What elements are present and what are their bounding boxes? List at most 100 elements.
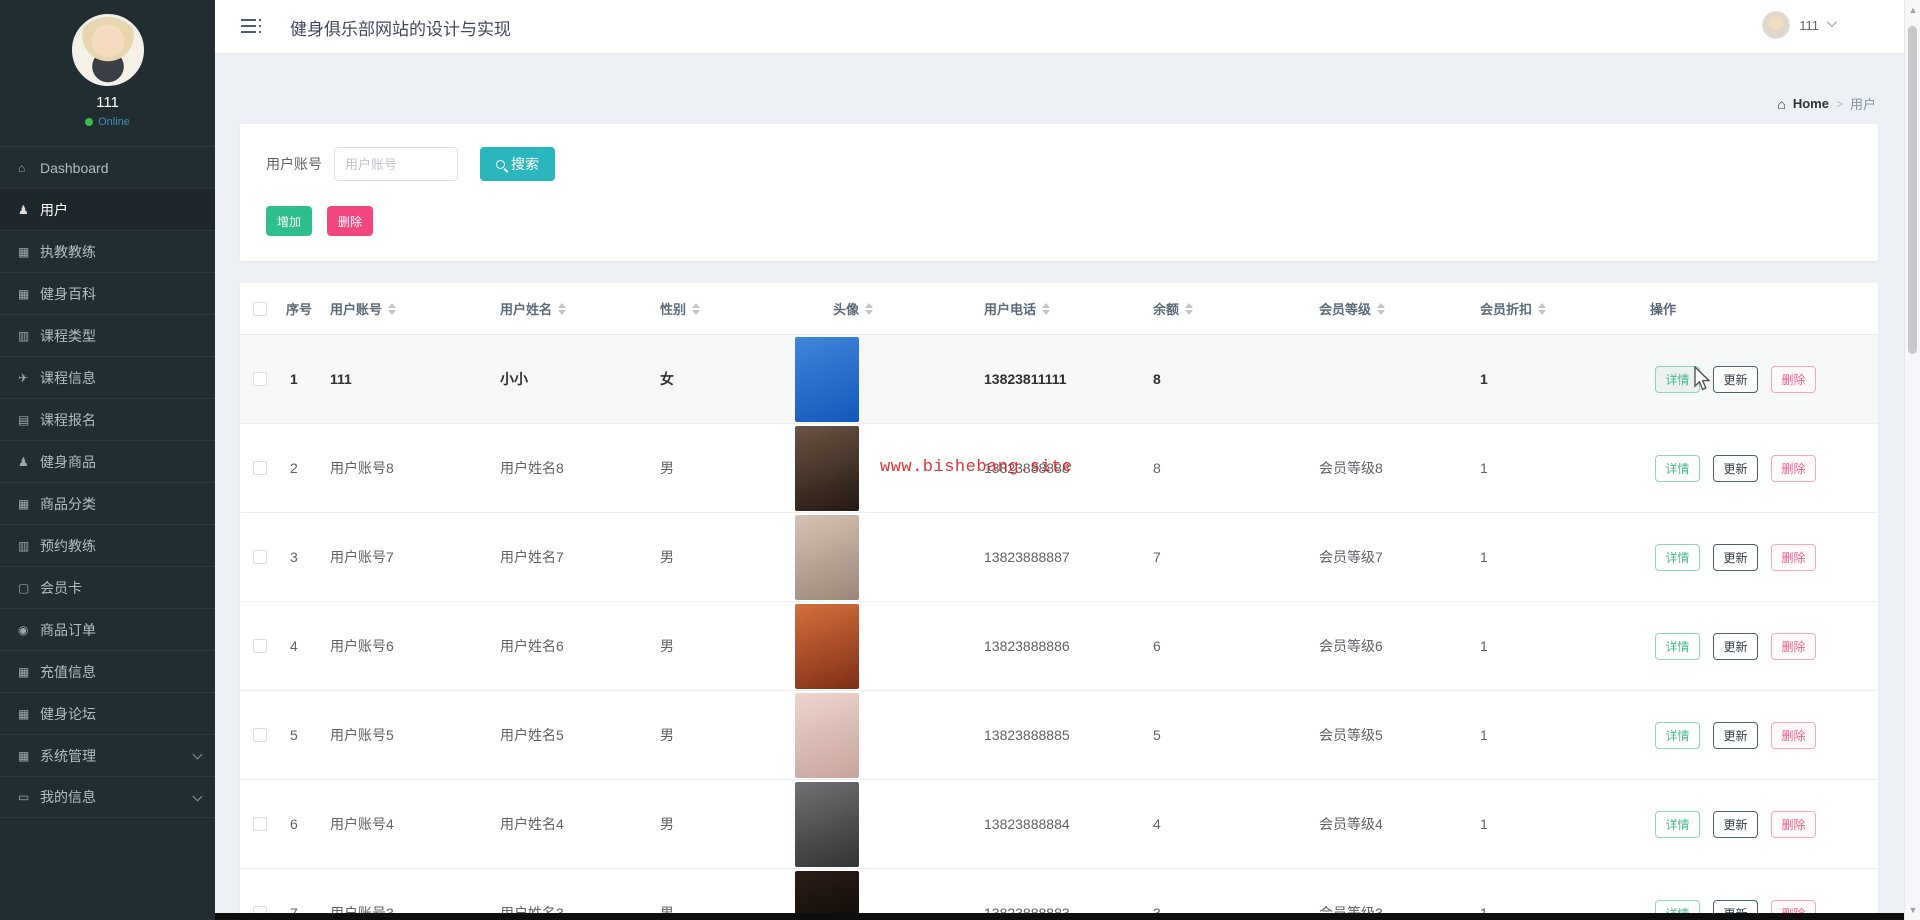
detail-button[interactable]: 详情 [1655,366,1700,393]
sort-icon[interactable] [692,303,700,315]
sort-icon[interactable] [388,303,396,315]
sidebar-item-label: 会员卡 [40,578,82,598]
column-header-用户姓名[interactable]: 用户姓名 [500,299,660,318]
sidebar-item-健身百科[interactable]: ▦健身百科 [0,272,215,314]
sidebar-item-用户[interactable]: ♟用户 [0,188,215,230]
update-button[interactable]: 更新 [1713,366,1758,393]
detail-button[interactable]: 详情 [1655,455,1700,482]
cell-name: 用户姓名6 [500,636,660,656]
column-header-会员等级[interactable]: 会员等级 [1319,299,1480,318]
row-delete-button[interactable]: 删除 [1771,544,1816,571]
row-actions: 详情更新删除 [1650,455,1878,482]
topbar-user-dropdown[interactable]: 111 [1762,11,1834,39]
column-header-余额[interactable]: 余额 [1153,299,1319,318]
row-user-avatar [795,782,859,867]
sort-icon[interactable] [1377,303,1385,315]
column-header-用户账号[interactable]: 用户账号 [330,299,500,318]
sidebar-item-健身商品[interactable]: ♟健身商品 [0,440,215,482]
column-header-性别[interactable]: 性别 [660,299,795,318]
sort-desc-icon[interactable] [1538,310,1546,315]
sidebar-item-商品分类[interactable]: ▦商品分类 [0,482,215,524]
scrollbar-down-arrow-icon[interactable]: ▼ [1905,905,1920,915]
update-button[interactable]: 更新 [1713,722,1758,749]
sort-asc-icon[interactable] [1042,303,1050,308]
search-input[interactable] [334,147,458,181]
breadcrumb-home[interactable]: Home [1793,96,1829,111]
row-checkbox[interactable] [253,461,267,475]
sidebar-item-健身论坛[interactable]: ▦健身论坛 [0,692,215,734]
sort-desc-icon[interactable] [1377,310,1385,315]
detail-button[interactable]: 详情 [1655,544,1700,571]
sort-asc-icon[interactable] [1377,303,1385,308]
cell-discount: 1 [1480,727,1650,743]
sort-desc-icon[interactable] [692,310,700,315]
sort-desc-icon[interactable] [558,310,566,315]
sidebar-item-Dashboard[interactable]: ⌂Dashboard [0,146,215,188]
sidebar-item-系统管理[interactable]: ▦系统管理 [0,734,215,776]
grid-icon: ▦ [18,287,40,301]
sort-icon[interactable] [1042,303,1050,315]
home-icon: ⌂ [18,161,40,175]
select-all-checkbox[interactable] [253,302,267,316]
add-button[interactable]: 增加 [266,206,312,236]
column-header-头像[interactable]: 头像 [795,299,984,318]
sidebar-item-我的信息[interactable]: ▭我的信息 [0,776,215,818]
column-header-用户电话[interactable]: 用户电话 [984,299,1153,318]
hamburger-menu-icon[interactable] [241,19,263,35]
update-button[interactable]: 更新 [1713,633,1758,660]
sort-icon[interactable] [865,303,873,315]
row-checkbox[interactable] [253,817,267,831]
row-checkbox[interactable] [253,728,267,742]
scrollbar-up-arrow-icon[interactable]: ▲ [1905,5,1920,15]
sort-icon[interactable] [1185,303,1193,315]
update-button[interactable]: 更新 [1713,544,1758,571]
sidebar-item-充值信息[interactable]: ▦充值信息 [0,650,215,692]
update-button[interactable]: 更新 [1713,811,1758,838]
sidebar-item-预约教练[interactable]: ▥预约教练 [0,524,215,566]
sort-asc-icon[interactable] [865,303,873,308]
sidebar-item-课程报名[interactable]: ▤课程报名 [0,398,215,440]
row-delete-button[interactable]: 删除 [1771,455,1816,482]
cell-discount: 1 [1480,371,1650,387]
row-delete-button[interactable]: 删除 [1771,722,1816,749]
detail-button[interactable]: 详情 [1655,633,1700,660]
detail-button[interactable]: 详情 [1655,722,1700,749]
sidebar-item-会员卡[interactable]: ▢会员卡 [0,566,215,608]
sort-asc-icon[interactable] [692,303,700,308]
sidebar-item-执教教练[interactable]: ▦执教教练 [0,230,215,272]
user-table: 序号用户账号用户姓名性别头像用户电话余额会员等级会员折扣操作 1111小小女13… [240,283,1878,920]
sort-icon[interactable] [1538,303,1546,315]
column-header-会员折扣[interactable]: 会员折扣 [1480,299,1650,318]
column-header-操作: 操作 [1650,299,1878,318]
sidebar-item-商品订单[interactable]: ◉商品订单 [0,608,215,650]
sort-icon[interactable] [558,303,566,315]
detail-button[interactable]: 详情 [1655,811,1700,838]
sort-desc-icon[interactable] [1185,310,1193,315]
cell-name: 用户姓名8 [500,458,660,478]
sort-asc-icon[interactable] [1185,303,1193,308]
sort-asc-icon[interactable] [388,303,396,308]
page-title: 健身俱乐部网站的设计与实现 [290,15,511,40]
cell-account: 用户账号4 [330,814,500,834]
row-delete-button[interactable]: 删除 [1771,633,1816,660]
topbar-username: 111 [1799,18,1819,33]
row-delete-button[interactable]: 删除 [1771,366,1816,393]
row-delete-button[interactable]: 删除 [1771,811,1816,838]
row-checkbox[interactable] [253,372,267,386]
search-button[interactable]: 搜索 [480,147,555,181]
sort-desc-icon[interactable] [865,310,873,315]
row-checkbox[interactable] [253,550,267,564]
sort-asc-icon[interactable] [1538,303,1546,308]
sort-asc-icon[interactable] [558,303,566,308]
sort-desc-icon[interactable] [388,310,396,315]
sidebar-item-课程信息[interactable]: ✈课程信息 [0,356,215,398]
sidebar-username: 111 [0,94,215,111]
row-checkbox[interactable] [253,639,267,653]
vertical-scrollbar[interactable]: ▲ ▼ [1904,0,1920,920]
sidebar-item-课程类型[interactable]: ▥课程类型 [0,314,215,356]
sort-desc-icon[interactable] [1042,310,1050,315]
delete-button[interactable]: 删除 [327,206,373,236]
cell-name: 用户姓名7 [500,547,660,567]
update-button[interactable]: 更新 [1713,455,1758,482]
scrollbar-thumb[interactable] [1908,26,1917,354]
